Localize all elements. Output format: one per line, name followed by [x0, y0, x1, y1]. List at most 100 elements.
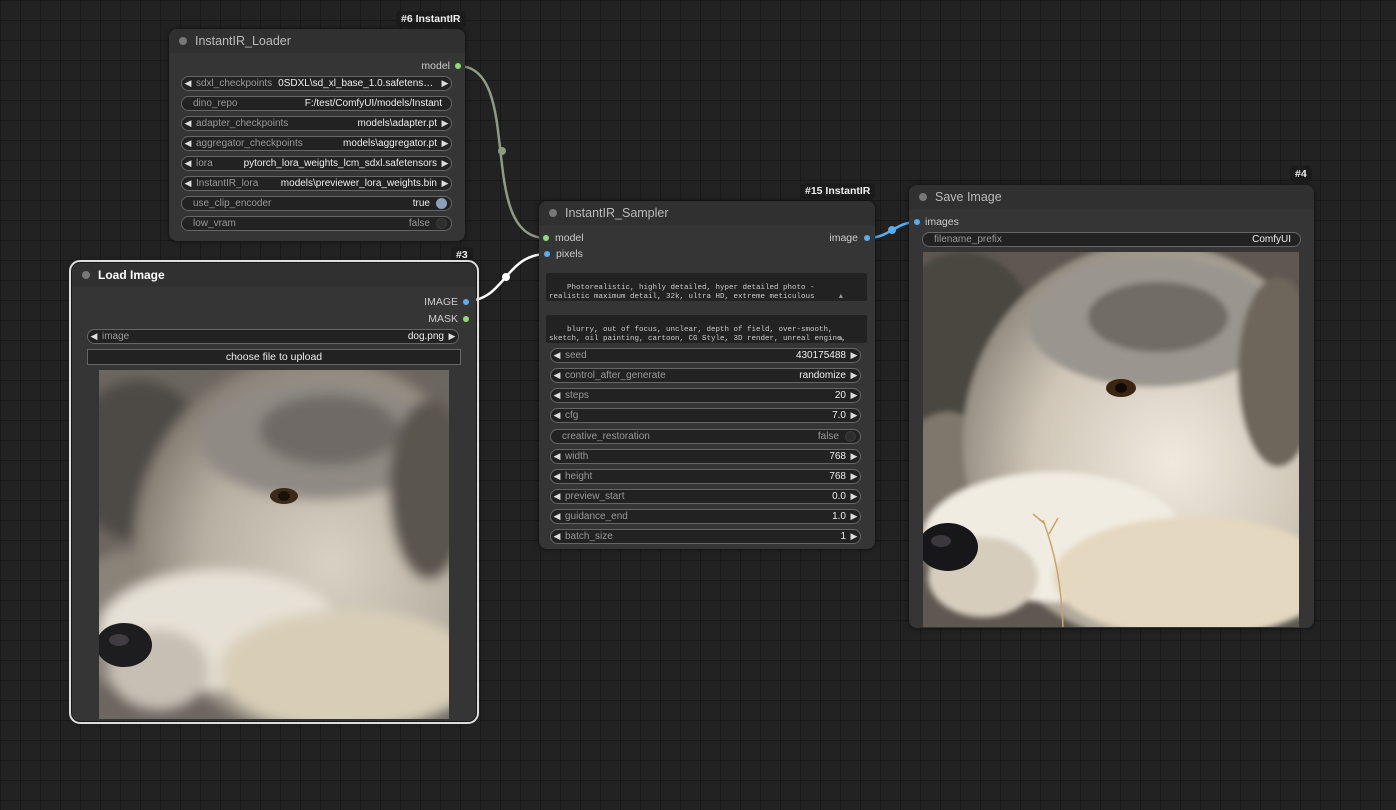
widget-value: 0SDXL\sd_xl_base_1.0.safetensors: [278, 78, 438, 89]
arrow-right-icon[interactable]: ▶: [848, 511, 860, 522]
widget-dino-repo[interactable]: dino_repo F:/test/ComfyUI/models/Instant: [181, 96, 452, 111]
link-model-midpoint: [498, 147, 506, 155]
collapse-dot-icon[interactable]: [549, 209, 557, 217]
widget-sdxl-checkpoints[interactable]: ◀ sdxl_checkpoints 0SDXL\sd_xl_base_1.0.…: [181, 76, 452, 91]
widget-control-after-generate[interactable]: ◀ control_after_generate randomize ▶: [550, 368, 861, 383]
node-header[interactable]: Save Image: [909, 185, 1314, 209]
arrow-left-icon[interactable]: ◀: [551, 531, 563, 542]
widget-lora[interactable]: ◀ lora pytorch_lora_weights_lcm_sdxl.saf…: [181, 156, 452, 171]
model-output-dot-icon[interactable]: [455, 63, 461, 69]
node-header[interactable]: InstantIR_Sampler: [539, 201, 875, 225]
arrow-right-icon[interactable]: ▶: [848, 410, 860, 421]
widget-image-select[interactable]: ◀ image dog.png ▶: [87, 329, 459, 344]
scroll-up-icon[interactable]: ▲: [839, 335, 864, 343]
widget-value: models\aggregator.pt: [343, 138, 437, 149]
negative-prompt-textarea[interactable]: blurry, out of focus, unclear, depth of …: [546, 315, 867, 343]
widget-label: adapter_checkpoints: [196, 118, 289, 129]
arrow-left-icon[interactable]: ◀: [182, 158, 194, 169]
arrow-left-icon[interactable]: ◀: [182, 138, 194, 149]
arrow-left-icon[interactable]: ◀: [551, 410, 563, 421]
widget-preview-start[interactable]: ◀ preview_start 0.0 ▶: [550, 489, 861, 504]
arrow-right-icon[interactable]: ▶: [848, 491, 860, 502]
widget-label: use_clip_encoder: [193, 198, 272, 209]
arrow-left-icon[interactable]: ◀: [182, 118, 194, 129]
image-output-dot-icon[interactable]: [463, 299, 469, 305]
choose-file-button[interactable]: choose file to upload: [87, 349, 461, 365]
loader-badge: #6 InstantIR: [396, 11, 466, 27]
input-pixels[interactable]: pixels: [544, 247, 583, 261]
save-image-node[interactable]: Save Image images filename_prefix ComfyU…: [909, 185, 1314, 628]
mask-output-dot-icon[interactable]: [463, 316, 469, 322]
widget-use-clip-encoder[interactable]: use_clip_encoder true: [181, 196, 452, 211]
arrow-right-icon[interactable]: ▶: [446, 331, 458, 342]
arrow-left-icon[interactable]: ◀: [551, 451, 563, 462]
arrow-left-icon[interactable]: ◀: [551, 511, 563, 522]
output-model[interactable]: model: [421, 59, 461, 73]
widget-guidance-end[interactable]: ◀ guidance_end 1.0 ▶: [550, 509, 861, 524]
pixels-input-dot-icon[interactable]: [544, 251, 550, 257]
widget-steps[interactable]: ◀ steps 20 ▶: [550, 388, 861, 403]
collapse-dot-icon[interactable]: [179, 37, 187, 45]
output-mask[interactable]: MASK: [428, 312, 469, 326]
toggle-off-icon[interactable]: [845, 431, 856, 442]
load-image-badge: #3: [451, 247, 473, 263]
arrow-left-icon[interactable]: ◀: [551, 491, 563, 502]
widget-label: lora: [196, 158, 213, 169]
collapse-dot-icon[interactable]: [82, 271, 90, 279]
arrow-right-icon[interactable]: ▶: [848, 390, 860, 401]
input-images[interactable]: images: [914, 215, 959, 229]
arrow-right-icon[interactable]: ▶: [439, 158, 451, 169]
input-model[interactable]: model: [543, 231, 584, 245]
widget-aggregator-checkpoints[interactable]: ◀ aggregator_checkpoints models\aggregat…: [181, 136, 452, 151]
toggle-off-icon[interactable]: [436, 218, 447, 229]
node-header[interactable]: InstantIR_Loader: [169, 29, 465, 53]
widget-filename-prefix[interactable]: filename_prefix ComfyUI: [922, 232, 1301, 247]
instantir-loader-node[interactable]: InstantIR_Loader model ◀ sdxl_checkpoint…: [169, 29, 465, 241]
arrow-left-icon[interactable]: ◀: [182, 78, 194, 89]
images-input-dot-icon[interactable]: [914, 219, 920, 225]
node-header[interactable]: Load Image: [72, 263, 476, 287]
widget-label: preview_start: [565, 491, 625, 502]
arrow-left-icon[interactable]: ◀: [551, 370, 563, 381]
arrow-right-icon[interactable]: ▶: [848, 370, 860, 381]
arrow-left-icon[interactable]: ◀: [182, 178, 194, 189]
arrow-left-icon[interactable]: ◀: [551, 471, 563, 482]
widget-batch-size[interactable]: ◀ batch_size 1 ▶: [550, 529, 861, 544]
arrow-left-icon[interactable]: ◀: [551, 350, 563, 361]
widget-width[interactable]: ◀ width 768 ▶: [550, 449, 861, 464]
widget-low-vram[interactable]: low_vram false: [181, 216, 452, 231]
arrow-left-icon[interactable]: ◀: [88, 331, 100, 342]
toggle-on-icon[interactable]: [436, 198, 447, 209]
load-image-node[interactable]: Load Image IMAGE MASK ◀ image dog.png ▶ …: [69, 260, 479, 724]
widget-instantir-lora[interactable]: ◀ InstantIR_lora models\previewer_lora_w…: [181, 176, 452, 191]
textarea-scroll[interactable]: ▲ ▼: [839, 317, 864, 343]
output-image[interactable]: IMAGE: [424, 295, 469, 309]
widget-cfg[interactable]: ◀ cfg 7.0 ▶: [550, 408, 861, 423]
widget-value: true: [412, 198, 430, 209]
arrow-right-icon[interactable]: ▶: [439, 138, 451, 149]
arrow-right-icon[interactable]: ▶: [848, 471, 860, 482]
widget-creative-restoration[interactable]: creative_restoration false: [550, 429, 861, 444]
scroll-up-icon[interactable]: ▲: [839, 293, 864, 301]
collapse-dot-icon[interactable]: [919, 193, 927, 201]
arrow-right-icon[interactable]: ▶: [848, 531, 860, 542]
arrow-right-icon[interactable]: ▶: [439, 118, 451, 129]
textarea-scroll[interactable]: ▲ ▼: [839, 275, 864, 301]
widget-label: filename_prefix: [934, 234, 1002, 245]
arrow-left-icon[interactable]: ◀: [551, 390, 563, 401]
widget-label: creative_restoration: [562, 431, 650, 442]
instantir-sampler-node[interactable]: InstantIR_Sampler model pixels image Pho…: [539, 201, 875, 549]
arrow-right-icon[interactable]: ▶: [439, 78, 451, 89]
widget-height[interactable]: ◀ height 768 ▶: [550, 469, 861, 484]
arrow-right-icon[interactable]: ▶: [848, 451, 860, 462]
widget-adapter-checkpoints[interactable]: ◀ adapter_checkpoints models\adapter.pt …: [181, 116, 452, 131]
model-input-dot-icon[interactable]: [543, 235, 549, 241]
widget-label: InstantIR_lora: [196, 178, 259, 189]
arrow-right-icon[interactable]: ▶: [848, 350, 860, 361]
widget-seed[interactable]: ◀ seed 430175488 ▶: [550, 348, 861, 363]
image-output-dot-icon[interactable]: [864, 235, 870, 241]
arrow-right-icon[interactable]: ▶: [439, 178, 451, 189]
widget-value: dog.png: [407, 331, 444, 342]
output-image[interactable]: image: [829, 231, 870, 245]
prompt-textarea[interactable]: Photorealistic, highly detailed, hyper d…: [546, 273, 867, 301]
